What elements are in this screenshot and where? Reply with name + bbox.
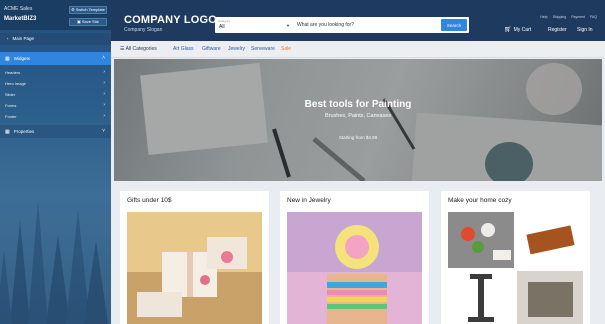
card-gifts[interactable]: Gifts under 10$ — [120, 191, 269, 324]
company-slogan: Company Slogan — [124, 27, 163, 33]
chevron-right-icon: › — [103, 113, 105, 119]
search-button[interactable]: Search — [441, 19, 467, 31]
switch-template-button[interactable]: ⚙Switch Template — [69, 6, 107, 14]
slider-dot[interactable] — [346, 180, 354, 181]
sidebar-header: ACME Sales MarketBIZ3 ⚙Switch Template ▣… — [0, 0, 111, 30]
card-title: New in Jewelry — [287, 197, 331, 204]
menu-icon: ☰ — [120, 46, 125, 52]
chevron-right-icon: › — [103, 80, 105, 86]
main-page-link[interactable]: ‹ Main Page — [0, 33, 111, 45]
company-logo[interactable]: COMPANY LOGO — [124, 14, 217, 26]
gear-icon: ⚙ — [71, 7, 75, 12]
save-site-button[interactable]: ▣Save Site — [69, 18, 107, 26]
nav-sale[interactable]: Sale — [281, 46, 291, 52]
slider-dot[interactable] — [336, 180, 344, 181]
card-title: Make your home cozy — [448, 197, 512, 204]
faq-link[interactable]: FAQ — [590, 15, 597, 19]
widgets-section[interactable]: ▦ Widgets ˄ — [0, 52, 111, 65]
grid-icon: ▦ — [5, 129, 10, 135]
card-home[interactable]: Make your home cozy — [441, 191, 590, 324]
site-header: COMPANY LOGO Company Slogan Category All… — [111, 0, 605, 41]
card-title: Gifts under 10$ — [127, 197, 172, 204]
nav-art-glass[interactable]: Art Glass — [173, 46, 194, 52]
sidebar-item-hero-image[interactable]: Hero Image › — [0, 79, 111, 88]
slider-dot[interactable] — [366, 180, 374, 181]
chevron-right-icon: › — [103, 69, 105, 75]
slider-dot[interactable] — [376, 180, 384, 181]
forest-background — [0, 200, 108, 324]
save-icon: ▣ — [77, 19, 81, 24]
register-link[interactable]: Register — [548, 27, 567, 33]
sidebar-item-footer[interactable]: Footer › — [0, 112, 111, 121]
my-cart-link[interactable]: 🛒︎ My Cart — [504, 26, 531, 33]
sign-in-link[interactable]: Sign In — [577, 27, 593, 33]
chevron-down-icon: ˅ — [102, 128, 105, 134]
chevron-up-icon: ˄ — [102, 55, 105, 61]
nav-serveware[interactable]: Serveware — [251, 46, 275, 52]
hero-slider[interactable]: Best tools for Painting Brushes, Paints,… — [114, 59, 602, 181]
sidebar-item-forms[interactable]: Forms › — [0, 101, 111, 110]
chevron-left-icon: ‹ — [7, 36, 9, 41]
nav-all-categories[interactable]: ☰ All Categories — [120, 46, 157, 52]
chevron-right-icon: › — [103, 91, 105, 97]
gifts-image — [127, 212, 262, 324]
grid-icon: ▦ — [5, 56, 10, 62]
nav-giftware[interactable]: Giftware — [202, 46, 221, 52]
app-name: ACME Sales — [4, 6, 33, 12]
jewelry-image — [287, 212, 422, 324]
help-link[interactable]: Help — [540, 15, 547, 19]
caret-down-icon[interactable]: ▼ — [286, 23, 290, 28]
page-root: ACME Sales MarketBIZ3 ⚙Switch Template ▣… — [0, 0, 605, 324]
sidebar-item-slider[interactable]: Slider › — [0, 90, 111, 99]
nav-jewelry[interactable]: Jewelry — [228, 46, 245, 52]
properties-section[interactable]: ▦ Properties ˅ — [0, 125, 111, 138]
top-links: Help Shipping Payment FAQ — [536, 15, 597, 19]
category-nav: ☰ All Categories Art Glass Giftware Jewe… — [111, 41, 605, 58]
shipping-link[interactable]: Shipping — [553, 15, 567, 19]
site-preview: COMPANY LOGO Company Slogan Category All… — [111, 0, 605, 324]
slider-dots — [336, 169, 386, 181]
home-decor-images — [448, 212, 583, 324]
chevron-right-icon: › — [103, 102, 105, 108]
hero-price: Starting from $4.99 — [338, 135, 378, 140]
card-jewelry[interactable]: New in Jewelry — [280, 191, 429, 324]
search-input[interactable] — [297, 19, 437, 31]
sidebar-item-headers[interactable]: Headers › — [0, 68, 111, 77]
hero-subtitle: Brushes, Paints, Canvases — [324, 113, 392, 119]
search-bar: Category All ▼ Search — [215, 17, 469, 33]
site-name: MarketBIZ3 — [4, 16, 37, 22]
hero-title: Best tools for Painting — [304, 99, 412, 110]
category-label: Category — [218, 19, 231, 23]
category-select[interactable]: All — [219, 24, 225, 30]
slider-dot[interactable] — [356, 180, 364, 181]
payment-link[interactable]: Payment — [571, 15, 585, 19]
editor-sidebar: ACME Sales MarketBIZ3 ⚙Switch Template ▣… — [0, 0, 111, 324]
cart-icon: 🛒︎ — [504, 27, 512, 33]
